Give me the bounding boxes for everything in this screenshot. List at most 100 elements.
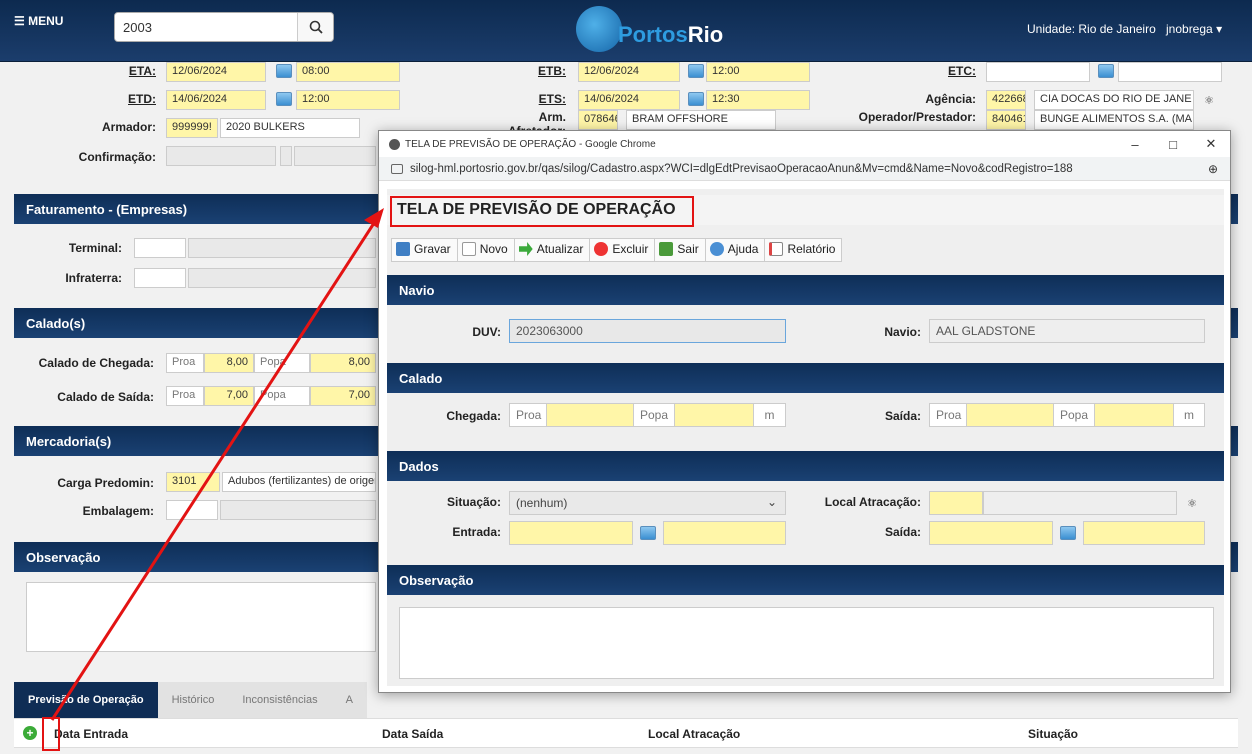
search-button[interactable] [297,13,333,41]
address-bar[interactable]: silog-hml.portosrio.gov.br/qas/silog/Cad… [379,157,1230,181]
gravar-button[interactable]: Gravar [392,239,458,261]
chegada-label: Chegada: [446,409,501,423]
calendar-icon[interactable] [688,92,704,106]
tab-previsao-operacao[interactable]: Previsão de Operação [14,682,158,718]
navio-header: Navio [387,275,1224,305]
observacao-popup-header: Observação [387,565,1224,595]
chegada-proa-input[interactable] [546,403,634,427]
observacao-popup-textarea[interactable] [399,607,1214,679]
infraterra-name-field [188,268,376,288]
local-atracacao-label: Local Atracação: [824,495,921,509]
entrada-time-input[interactable] [663,521,786,545]
terminal-code-field[interactable] [134,238,186,258]
maximize-icon[interactable]: □ [1154,131,1192,157]
title-highlight [390,196,694,227]
etd-date-field[interactable]: 14/06/2024 [166,90,266,110]
popup-titlebar: TELA DE PREVISÃO DE OPERAÇÃO - Google Ch… [379,131,1230,157]
gravar-label: Gravar [414,242,451,256]
infraterra-code-field[interactable] [134,268,186,288]
operador-name-field: BUNGE ALIMENTOS S.A. (MA [1034,110,1194,130]
minimize-icon[interactable]: – [1116,131,1154,157]
agencia-label: Agência: [925,92,976,106]
calendar-icon[interactable] [276,92,292,106]
saida-label: Saída: [884,409,921,423]
etc-time-field[interactable] [1118,62,1222,82]
unit-label: Unidade: Rio de Janeiro [1027,22,1156,36]
lookup-binoculars-icon[interactable]: ⚛ [1200,92,1218,108]
logo-emblem [576,6,622,52]
calendar-icon[interactable] [688,64,704,78]
chegada-popa-field[interactable]: 8,00 [310,353,376,373]
etb-time-field[interactable]: 12:00 [706,62,810,82]
situacao-select[interactable]: (nenhum) ⌄ [509,491,786,515]
portosrio-logo: PortosRio [576,6,723,52]
tab-inconsistencias[interactable]: Inconsistências [228,682,332,718]
lookup-binoculars-icon[interactable]: ⚛ [1183,495,1201,511]
armador-name-field: 2020 BULKERS [220,118,360,138]
duv-field[interactable]: 2023063000 [509,319,786,343]
armador-label: Armador: [101,120,156,134]
relatorio-button[interactable]: Relatório [765,239,841,261]
saida-popa-input[interactable] [1094,403,1174,427]
chevron-down-icon: ⌄ [766,495,777,509]
calendar-icon[interactable] [1098,64,1114,78]
operador-code-field[interactable]: 840461 [986,110,1026,130]
popup-toolbar: Gravar Novo Atualizar Excluir Sair Ajuda… [391,238,843,262]
logo-text-portos: Portos [618,22,688,47]
popa-tag: Popa [254,386,310,406]
col-local-atracacao: Local Atracação [648,727,741,741]
chegada-popa-input[interactable] [674,403,754,427]
armador-code-field[interactable]: 999999! [166,118,218,138]
saida-popa-field[interactable]: 7,00 [310,386,376,406]
embalagem-code-field[interactable] [166,500,218,520]
entrada-date-input[interactable] [509,521,633,545]
saida-proa-field[interactable]: 7,00 [204,386,254,406]
agencia-code-field[interactable]: 422668! [986,90,1026,110]
saida-time-input[interactable] [1083,521,1205,545]
atualizar-button[interactable]: Atualizar [515,239,591,261]
user-menu[interactable]: jnobrega ▾ [1166,22,1222,36]
chrome-icon [389,138,400,150]
dados-header: Dados [387,451,1224,481]
chegada-proa-field[interactable]: 8,00 [204,353,254,373]
arm-afretador-code-field[interactable]: 078646 [578,110,618,130]
site-info-icon[interactable] [391,163,403,174]
zoom-icon[interactable]: ⊕ [1208,162,1218,176]
local-code-input[interactable] [929,491,983,515]
excluir-button[interactable]: Excluir [590,239,656,261]
etb-date-field[interactable]: 12/06/2024 [578,62,680,82]
proa-tag: Proa [166,386,204,406]
close-icon[interactable]: ✕ [1192,131,1230,157]
navio-field: AAL GLADSTONE [929,319,1205,343]
situacao-label: Situação: [446,495,501,509]
eta-date-field[interactable]: 12/06/2024 [166,62,266,82]
eta-time-field[interactable]: 08:00 [296,62,400,82]
ets-date-field[interactable]: 14/06/2024 [578,90,680,110]
ets-time-field[interactable]: 12:30 [706,90,810,110]
ajuda-button[interactable]: Ajuda [706,239,766,261]
saida-date-input[interactable] [929,521,1053,545]
saida-proa-input[interactable] [966,403,1054,427]
carga-name-field: Adubos (fertilizantes) de origem [222,472,376,492]
sair-button[interactable]: Sair [655,239,706,261]
calendar-icon[interactable] [276,64,292,78]
calendar-icon[interactable] [1060,526,1076,540]
tab-historico[interactable]: Histórico [157,682,229,718]
proa-tag: Proa [509,403,547,427]
menu-label: MENU [28,14,64,28]
search-input[interactable] [115,13,295,41]
entrada-label: Entrada: [452,525,501,539]
col-data-entrada: Data Entrada [54,727,129,741]
menu-button[interactable]: ☰ MENU [14,14,63,28]
popa-tag: Popa [254,353,310,373]
carga-code-field[interactable]: 3101 [166,472,220,492]
etd-time-field[interactable]: 12:00 [296,90,400,110]
calendar-icon[interactable] [640,526,656,540]
observacao-textarea[interactable] [26,582,376,652]
terminal-name-field [188,238,376,258]
report-icon [769,242,784,256]
etc-date-field[interactable] [986,62,1090,82]
novo-button[interactable]: Novo [458,239,515,261]
add-icon[interactable]: + [23,726,37,740]
tab-more[interactable]: A [331,682,367,718]
